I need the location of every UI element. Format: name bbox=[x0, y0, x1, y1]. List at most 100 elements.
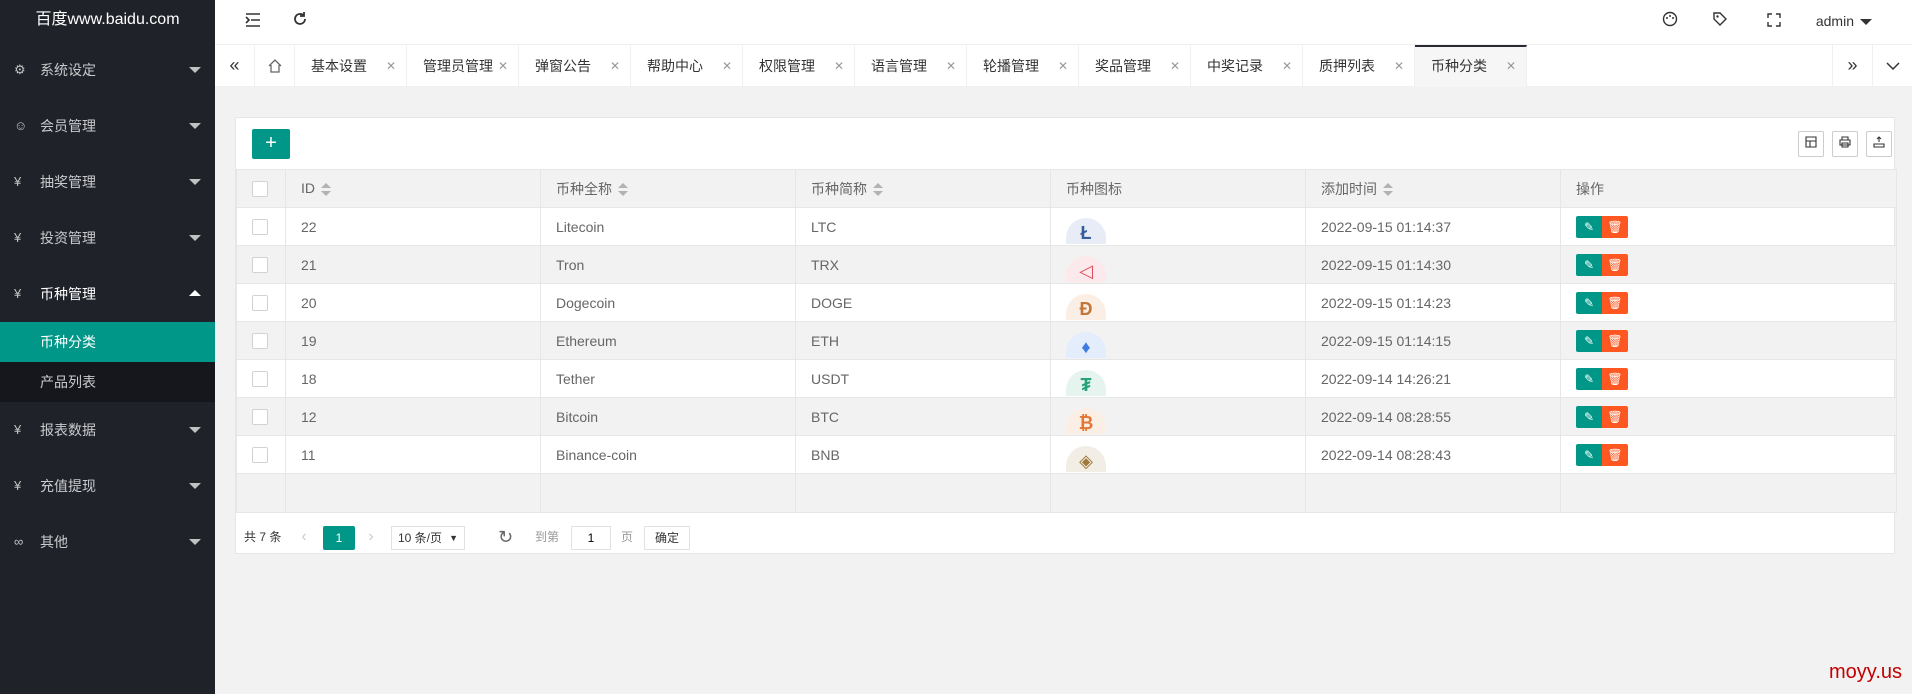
header-id[interactable]: ID bbox=[285, 169, 541, 208]
delete-button[interactable]: 🗑 bbox=[1602, 215, 1628, 238]
tab-winning-records[interactable]: 中奖记录 ✕ bbox=[1191, 45, 1303, 87]
edit-button[interactable]: ✎ bbox=[1576, 405, 1602, 428]
close-icon[interactable]: ✕ bbox=[1506, 47, 1516, 85]
close-icon[interactable]: ✕ bbox=[1282, 45, 1292, 87]
sidebar-item-system-settings[interactable]: ⚙ 系统设定 bbox=[0, 42, 215, 98]
table-header-row: ID 币种全称 币种简称 币种图标 添加时间 操作 bbox=[236, 169, 1897, 208]
prev-page-icon[interactable]: ‹ bbox=[294, 526, 314, 548]
close-icon[interactable]: ✕ bbox=[1058, 45, 1068, 87]
tab-home[interactable] bbox=[255, 45, 295, 87]
dogecoin-icon: Ð bbox=[1066, 293, 1106, 320]
sort-icon[interactable] bbox=[618, 182, 628, 197]
tab-scroll-left-icon[interactable]: « bbox=[215, 45, 255, 87]
header-select-all[interactable] bbox=[236, 169, 286, 208]
tab-help-center[interactable]: 帮助中心 ✕ bbox=[631, 45, 743, 87]
row-select[interactable] bbox=[236, 245, 286, 284]
close-icon[interactable]: ✕ bbox=[610, 45, 620, 87]
row-checkbox[interactable] bbox=[252, 333, 268, 350]
tab-basic-settings[interactable]: 基本设置 ✕ bbox=[295, 45, 407, 87]
tab-prizes[interactable]: 奖品管理 ✕ bbox=[1079, 45, 1191, 87]
theme-palette-icon[interactable] bbox=[1650, 0, 1690, 45]
delete-button[interactable]: 🗑 bbox=[1602, 367, 1628, 390]
tab-options-chevron-down-icon[interactable] bbox=[1872, 45, 1912, 87]
sidebar-item-members[interactable]: ☺ 会员管理 bbox=[0, 98, 215, 154]
close-icon[interactable]: ✕ bbox=[498, 45, 508, 87]
row-checkbox[interactable] bbox=[252, 409, 268, 426]
tab-currency-category[interactable]: 币种分类 ✕ bbox=[1415, 45, 1527, 87]
row-checkbox[interactable] bbox=[252, 219, 268, 236]
tab-staking-list[interactable]: 质押列表 ✕ bbox=[1303, 45, 1415, 87]
table-row: 22 Litecoin LTC Ł 2022-09-15 01:14:37 ✎ 🗑 bbox=[236, 207, 1897, 246]
tab-permissions[interactable]: 权限管理 ✕ bbox=[743, 45, 855, 87]
row-select[interactable] bbox=[236, 321, 286, 360]
sort-icon[interactable] bbox=[1383, 182, 1393, 197]
print-icon[interactable] bbox=[1832, 131, 1858, 157]
refresh-icon[interactable]: ↻ bbox=[498, 526, 513, 548]
confirm-button[interactable]: 确定 bbox=[644, 526, 690, 550]
tag-icon[interactable] bbox=[1700, 0, 1740, 45]
logo[interactable]: 百度www.baidu.com bbox=[0, 0, 215, 42]
row-checkbox[interactable] bbox=[252, 257, 268, 274]
header-time[interactable]: 添加时间 bbox=[1305, 169, 1561, 208]
refresh-icon[interactable] bbox=[280, 0, 320, 45]
sidebar-item-currency[interactable]: ¥ 币种管理 bbox=[0, 266, 215, 322]
header-symbol[interactable]: 币种简称 bbox=[795, 169, 1051, 208]
sort-icon[interactable] bbox=[321, 182, 331, 197]
select-all-checkbox[interactable] bbox=[252, 181, 268, 198]
page-size-select[interactable]: 10 条/页 ▼ bbox=[391, 526, 465, 550]
sidebar-item-reports[interactable]: ¥ 报表数据 bbox=[0, 402, 215, 458]
delete-button[interactable]: 🗑 bbox=[1602, 291, 1628, 314]
row-select[interactable] bbox=[236, 435, 286, 474]
close-icon[interactable]: ✕ bbox=[946, 45, 956, 87]
delete-button[interactable]: 🗑 bbox=[1602, 443, 1628, 466]
columns-filter-icon[interactable] bbox=[1798, 131, 1824, 157]
sidebar-item-deposit-withdraw[interactable]: ¥ 充值提现 bbox=[0, 458, 215, 514]
sidebar-item-lottery[interactable]: ¥ 抽奖管理 bbox=[0, 154, 215, 210]
sidebar-item-investment[interactable]: ¥ 投资管理 bbox=[0, 210, 215, 266]
tab-language[interactable]: 语言管理 ✕ bbox=[855, 45, 967, 87]
delete-button[interactable]: 🗑 bbox=[1602, 329, 1628, 352]
close-icon[interactable]: ✕ bbox=[834, 45, 844, 87]
close-icon[interactable]: ✕ bbox=[1170, 45, 1180, 87]
tab-admin-management[interactable]: 管理员管理 ✕ bbox=[407, 45, 519, 87]
delete-button[interactable]: 🗑 bbox=[1602, 405, 1628, 428]
fullscreen-icon[interactable] bbox=[1754, 0, 1794, 45]
close-icon[interactable]: ✕ bbox=[722, 45, 732, 87]
row-select[interactable] bbox=[236, 359, 286, 398]
edit-button[interactable]: ✎ bbox=[1576, 367, 1602, 390]
tab-scroll-right-icon[interactable]: » bbox=[1832, 45, 1872, 87]
row-checkbox[interactable] bbox=[252, 447, 268, 464]
sidebar-item-label: 抽奖管理 bbox=[40, 174, 96, 190]
row-select[interactable] bbox=[236, 397, 286, 436]
table-body: 22 Litecoin LTC Ł 2022-09-15 01:14:37 ✎ 🗑… bbox=[236, 207, 1897, 513]
tab-carousel[interactable]: 轮播管理 ✕ bbox=[967, 45, 1079, 87]
header-name[interactable]: 币种全称 bbox=[540, 169, 796, 208]
edit-button[interactable]: ✎ bbox=[1576, 329, 1602, 352]
edit-button[interactable]: ✎ bbox=[1576, 291, 1602, 314]
sidebar-subitem-currency-category[interactable]: 币种分类 bbox=[0, 322, 215, 362]
delete-button[interactable]: 🗑 bbox=[1602, 253, 1628, 276]
edit-button[interactable]: ✎ bbox=[1576, 253, 1602, 276]
goto-page-input[interactable] bbox=[571, 526, 611, 550]
sidebar-subitem-product-list[interactable]: 产品列表 bbox=[0, 362, 215, 402]
sidebar-item-other[interactable]: ∞ 其他 bbox=[0, 514, 215, 570]
sort-icon[interactable] bbox=[873, 182, 883, 197]
row-select[interactable] bbox=[236, 207, 286, 246]
export-icon[interactable] bbox=[1866, 131, 1892, 157]
edit-button[interactable]: ✎ bbox=[1576, 215, 1602, 238]
user-menu[interactable]: admin bbox=[1816, 0, 1872, 43]
row-checkbox[interactable] bbox=[252, 295, 268, 312]
row-select[interactable] bbox=[236, 283, 286, 322]
sidebar-item-label: 报表数据 bbox=[40, 422, 96, 438]
close-icon[interactable]: ✕ bbox=[1394, 45, 1404, 87]
menu-toggle-icon[interactable] bbox=[233, 0, 273, 45]
page-label: 页 bbox=[621, 530, 634, 544]
row-checkbox[interactable] bbox=[252, 371, 268, 388]
current-page-button[interactable]: 1 bbox=[323, 526, 355, 550]
tab-popup-notice[interactable]: 弹窗公告 ✕ bbox=[519, 45, 631, 87]
close-icon[interactable]: ✕ bbox=[386, 45, 396, 87]
add-button[interactable]: + bbox=[252, 129, 290, 159]
edit-button[interactable]: ✎ bbox=[1576, 443, 1602, 466]
goto-label: 到第 bbox=[535, 530, 560, 544]
next-page-icon[interactable]: › bbox=[361, 526, 381, 548]
